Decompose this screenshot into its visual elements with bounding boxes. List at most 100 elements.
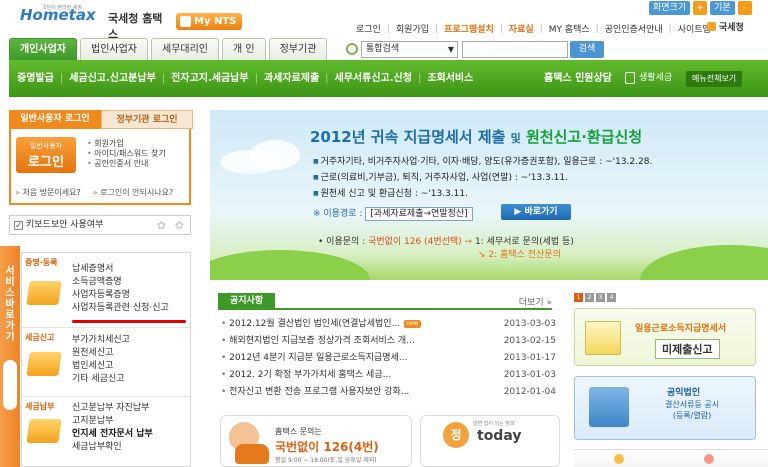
notice-more-link[interactable]: 더보기 »	[519, 295, 552, 308]
service-link[interactable]: 신고분납부 자진납부	[72, 402, 153, 415]
today-label: today	[477, 428, 522, 444]
star-icon: ✿	[156, 219, 166, 232]
nav-certificates[interactable]: 증명발급	[17, 60, 54, 97]
notice-row-title[interactable]: 2012년 4분기 지급분 일용근로소득지급명세...	[221, 350, 407, 367]
top-link-join[interactable]: 회원가입	[396, 22, 429, 35]
search-button[interactable]: 검색	[570, 41, 604, 58]
calculator-icon	[26, 419, 62, 443]
tax-today-box[interactable]: 알면 힘이 되는 정보 정 today	[420, 415, 560, 467]
notice-row-title[interactable]: 2012.12월 결산법인 법인세(연결납세법인...	[229, 319, 400, 329]
notice-row[interactable]: 2012년 4분기 지급분 일용근로소득지급명세... 2013-01-17	[221, 350, 556, 367]
card2-sub2: (등록/열람)	[672, 411, 712, 420]
nav-civil-consult[interactable]: 홈택스 민원상담	[544, 60, 612, 97]
search-input[interactable]	[462, 41, 568, 58]
card2-title: 공익법인	[667, 388, 701, 398]
top-link-library[interactable]: 자료실	[509, 22, 534, 35]
zoom-default-button[interactable]: 기본	[710, 1, 735, 15]
top-link-install[interactable]: 프로그램설치	[444, 22, 494, 35]
service-link[interactable]: 원천세신고	[72, 347, 130, 360]
login-trouble-link[interactable]: 로그인이 안되시나요?	[93, 187, 173, 198]
notice-row[interactable]: 2012.12월 결산법인 법인세(연결납세법인... new 2013-03-03	[221, 316, 556, 333]
new-badge: new	[404, 320, 421, 328]
call-center-box[interactable]: 홈택스 문의는 국번없이 126(4번) 평일 9:00 ~ 18:00(토,일…	[220, 415, 412, 467]
login-link-find-id[interactable]: 아이디/패스워드 찾기	[87, 149, 165, 159]
today-logo-icon: 정	[443, 422, 469, 448]
notice-row[interactable]: 전자신고 변환 전송 프로그램 사용자보안 강화... 2012-01-04	[221, 384, 556, 401]
call-hours: 평일 9:00 ~ 18:00(토,일 공휴일 제외)	[275, 457, 377, 464]
top-link-sitemap[interactable]: 사이트맵	[678, 22, 711, 35]
service-link[interactable]: 소득금액증명	[72, 276, 169, 289]
nav-e-notice-payment[interactable]: 전자고지.세금납부	[171, 60, 248, 97]
user-type-tabs: 개인사업자 법인사업자 세무대리인 개 인 정부기관	[9, 38, 328, 60]
notice-header: 공지사항 더보기 »	[218, 293, 552, 310]
service-link[interactable]: 세금납부확인	[72, 441, 153, 454]
service-section-certificates: 증명·등록 납세증명서 소득금액증명 사업자등록증명 사업자등록관련 신청·신고	[22, 253, 190, 328]
notice-row-title[interactable]: 2012. 2기 확정 부가가치세 홈택스 세금...	[221, 367, 391, 384]
notice-title[interactable]: 공지사항	[218, 293, 276, 310]
go-now-button[interactable]: ▶ 바로가기	[501, 204, 571, 220]
tab-gov-login[interactable]: 정부기관 로그인	[101, 110, 193, 129]
service-link[interactable]: 사업자등록관련 신청·신고	[72, 302, 169, 315]
tab-government[interactable]: 정부기관	[268, 38, 328, 60]
top-link-cert-guide[interactable]: 공인인증서안내	[605, 22, 663, 35]
service-section-payment: 세금납부 신고분납부 자진납부 고지분납부 인지세 전자문서 납부 세금납부확인	[22, 397, 190, 467]
nav-data-submission[interactable]: 과세자료제출	[264, 60, 319, 97]
daily-wage-unsubmitted-card[interactable]: 일용근로소득지급명세서 미제출신고	[574, 308, 756, 366]
service-link[interactable]: 사업자등록증명	[72, 289, 169, 302]
my-nts-button[interactable]: My NTS	[176, 13, 242, 30]
service-link[interactable]: 기타 세금신고	[72, 373, 130, 386]
login-button[interactable]: 일반사용자 로그인	[16, 137, 76, 173]
search-scope-select[interactable]: 통합검색 ▼	[361, 41, 458, 58]
pager-dot[interactable]: 2	[585, 293, 594, 302]
first-visit-link[interactable]: 처음 방문이세요?	[15, 187, 80, 198]
service-link[interactable]: 인지세 전자문서 납부	[72, 428, 153, 441]
service-link[interactable]: 고지분납부	[72, 415, 153, 428]
nav-tax-documents[interactable]: 세무서류신고.신청	[335, 60, 412, 97]
banner-title-and: 및	[510, 132, 521, 145]
pager-dot[interactable]: 4	[607, 293, 616, 302]
keyboard-security-checkbox[interactable]	[14, 217, 23, 235]
promo-banner[interactable]: 2012년 귀속 지급명세서 제출 및 원천신고·환급신청 거주자기타, 비거주…	[210, 110, 768, 280]
service-link[interactable]: 부가가치세신고	[72, 334, 130, 347]
service-link[interactable]: 납세증명서	[72, 263, 169, 276]
notice-row-title[interactable]: 전자신고 변환 전송 프로그램 사용자보안 강화...	[221, 384, 409, 401]
quick-service-scroll[interactable]	[3, 360, 17, 410]
banner-title-a: 2012년 귀속 지급명세서 제출	[310, 128, 506, 146]
nts-brand[interactable]: 국세청	[707, 20, 744, 33]
zoom-in-button[interactable]: +	[693, 1, 708, 15]
public-corp-disclosure-card[interactable]: 공익법인 결산서류등 공시 (등록/열람)	[574, 376, 756, 440]
pager-dot[interactable]: 1	[574, 293, 583, 302]
nav-inquiry-services[interactable]: 조회서비스	[427, 60, 473, 97]
login-panel: 일반사용자 로그인 회원가입 아이디/패스워드 찾기 공인인증서 안내 처음 방…	[9, 129, 191, 205]
tab-general-login[interactable]: 일반사용자 로그인	[9, 110, 101, 129]
login-link-join[interactable]: 회원가입	[87, 139, 166, 149]
nav-life-tax[interactable]: 생활세금	[625, 60, 672, 97]
pager-dot[interactable]: 3	[596, 293, 605, 302]
tab-individual-business[interactable]: 개인사업자	[9, 38, 77, 60]
zoom-out-button[interactable]: -	[737, 1, 752, 15]
tab-corporate-business[interactable]: 법인사업자	[80, 38, 148, 60]
login-button-label: 로그인	[28, 155, 64, 170]
top-utility-links: 로그인 | 회원가입 | 프로그램설치 | 자료실 | MY 홈택스 | 공인인증서안내 |…	[356, 22, 711, 36]
top-link-login[interactable]: 로그인	[356, 22, 381, 35]
login-link-cert[interactable]: 공인인증서 안내	[87, 159, 166, 169]
hometax-logo[interactable]: 국민이 편리한 세정 Hometax 국세청 홈택스	[20, 4, 170, 41]
notice-row-title[interactable]: 해외현지법인 지급보증 정상가격 조회서비스 개...	[221, 333, 415, 350]
all-menu-button[interactable]: 메뉴전체보기	[686, 71, 743, 87]
tab-tax-agent[interactable]: 세무대리인	[151, 38, 219, 60]
notice-row[interactable]: 2012. 2기 확정 부가가치세 홈택스 세금... 2013-01-03	[221, 367, 556, 384]
tab-individual[interactable]: 개 인	[222, 38, 266, 60]
route-label: ※ 이용경로 :	[313, 209, 363, 219]
notice-row[interactable]: 해외현지법인 지급보증 정상가격 조회서비스 개... 2013-02-15	[221, 333, 556, 350]
gear-icon[interactable]: ✿	[175, 217, 184, 235]
today-tagline: 알면 힘이 되는 정보	[473, 421, 515, 427]
service-link[interactable]: 법인세신고	[72, 360, 130, 373]
quick-service-bar[interactable]: 서비스바로가기	[0, 246, 20, 467]
section-heading: 세금납부	[25, 402, 55, 411]
deadline-line: 원천세 신고 및 환급신청 : ~'13.3.11.	[313, 186, 652, 202]
cloud-shape	[250, 140, 300, 170]
nav-tax-filing[interactable]: 세금신고.신고분납부	[69, 60, 156, 97]
section-heading: 증명·등록	[25, 258, 58, 267]
top-link-my-hometax[interactable]: MY 홈택스	[549, 22, 590, 35]
notice-row-date: 2013-01-17	[503, 353, 556, 363]
